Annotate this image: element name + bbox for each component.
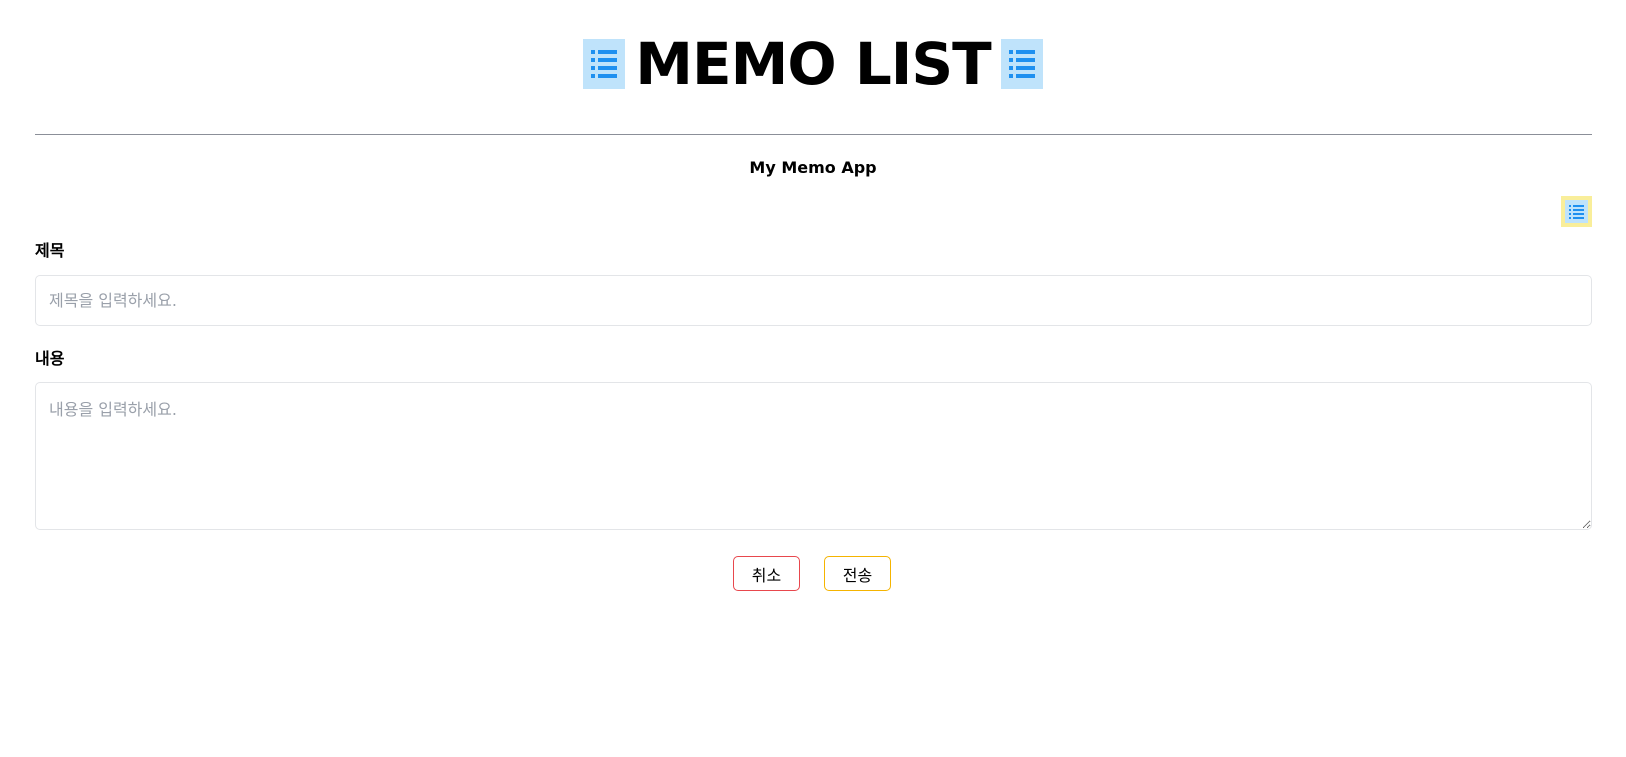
title-input[interactable]	[35, 275, 1592, 326]
memo-list-button[interactable]	[1561, 196, 1592, 227]
cancel-button[interactable]: 취소	[733, 556, 800, 591]
list-emoji-icon	[1000, 39, 1043, 89]
header-divider	[35, 134, 1592, 135]
app-subtitle: My Memo App	[749, 158, 877, 177]
list-icon	[1565, 200, 1588, 223]
page-title: MEMO LIST	[635, 30, 991, 98]
content-label: 내용	[35, 349, 65, 368]
title-label: 제목	[35, 241, 65, 260]
content-textarea[interactable]	[35, 382, 1592, 530]
list-emoji-icon	[583, 39, 626, 89]
submit-button[interactable]: 전송	[824, 556, 891, 591]
memo-app-page: MEMO LIST My Memo App 제목 제목을 입력하세요. 내용 내…	[0, 0, 1626, 757]
page-header: MEMO LIST	[0, 30, 1626, 98]
